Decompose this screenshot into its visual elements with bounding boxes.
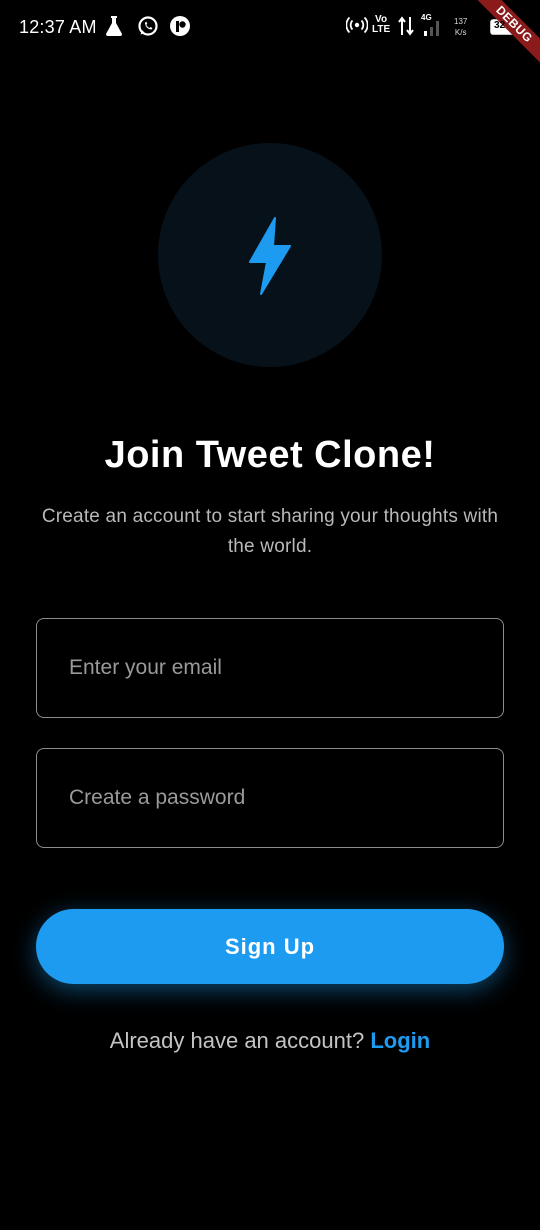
bolt-icon <box>249 217 291 295</box>
app-icon <box>170 16 190 36</box>
network-speed: 137 K/s <box>454 17 468 37</box>
login-link[interactable]: Login <box>370 1028 430 1053</box>
hotspot-icon <box>346 16 368 34</box>
password-field[interactable] <box>36 748 504 848</box>
login-prompt-text: Already have an account? <box>109 1028 365 1053</box>
status-bar: 12:37 AM Vo LTE 4G 137 K/s 32 <box>0 0 540 56</box>
signal-icon <box>424 21 439 36</box>
data-arrows-icon <box>398 16 414 36</box>
page-title: Join Tweet Clone! <box>104 434 436 476</box>
login-prompt-row: Already have an account? Login <box>0 1028 540 1054</box>
email-field[interactable] <box>36 618 504 718</box>
signup-button[interactable]: Sign Up <box>36 909 504 984</box>
battery-level: 32 <box>494 20 506 31</box>
flask-icon <box>106 16 122 36</box>
volte-indicator: Vo LTE <box>372 14 391 35</box>
page-subtitle: Create an account to start sharing your … <box>41 506 499 557</box>
status-time: 12:37 AM <box>19 17 97 37</box>
email-input[interactable] <box>37 619 503 717</box>
whatsapp-icon <box>138 16 158 36</box>
password-input[interactable] <box>37 749 503 847</box>
